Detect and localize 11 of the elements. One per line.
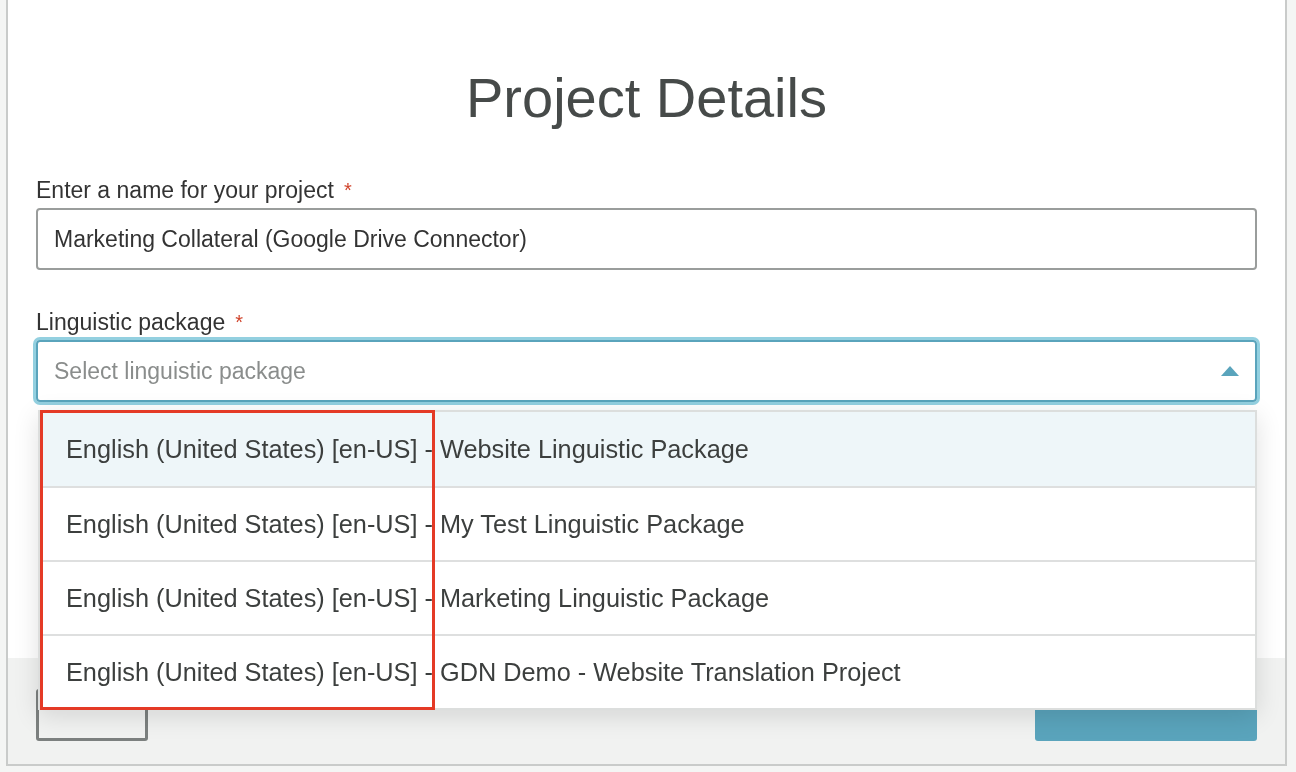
required-mark: *	[235, 310, 244, 335]
caret-icon	[1221, 366, 1239, 376]
field-label: Enter a name for your project	[36, 176, 334, 204]
field-label: Linguistic package	[36, 308, 226, 336]
dialog-title: Project Details	[466, 66, 827, 130]
required-mark: *	[343, 178, 352, 203]
dropdown-option[interactable]: English (United States) [en-US] - My Test Linguistic Package	[40, 486, 1255, 560]
dropdown-option[interactable]: English (United States) [en-US] - GDN Demo - Website Translation Project	[40, 634, 1255, 708]
input-field[interactable]: Marketing Collateral (Google Drive Connector)	[36, 208, 1257, 270]
dropdown-option[interactable]: English (United States) [en-US] - Marketing Linguistic Package	[40, 560, 1255, 634]
dropdown-option[interactable]: English (United States) [en-US] - Website Linguistic Package	[40, 412, 1255, 486]
